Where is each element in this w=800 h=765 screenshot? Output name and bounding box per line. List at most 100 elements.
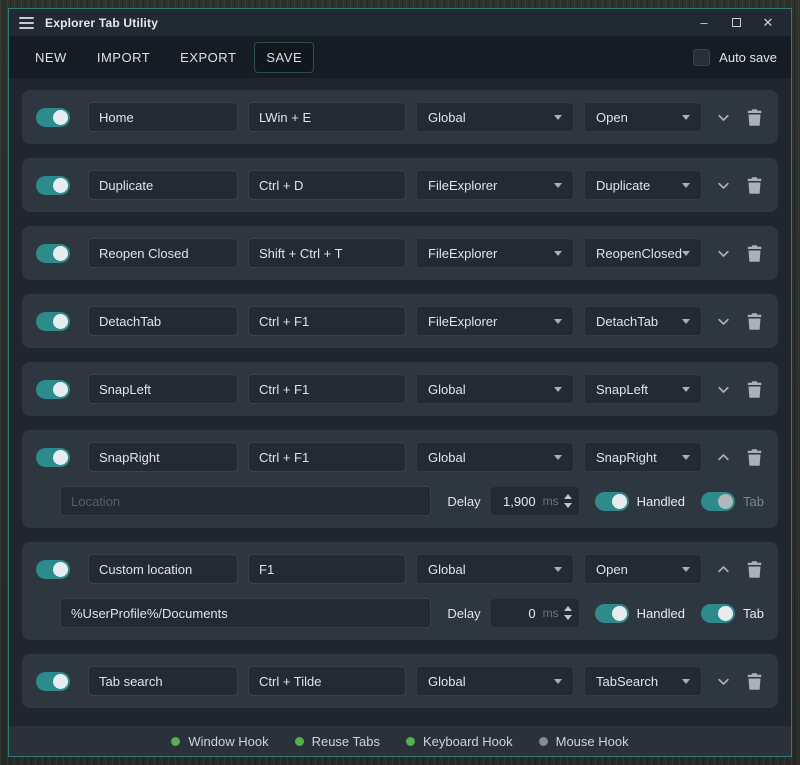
close-button[interactable]: ✕ <box>755 13 781 33</box>
name-input[interactable] <box>88 666 238 696</box>
scope-select[interactable]: Global <box>416 442 574 472</box>
enabled-toggle[interactable] <box>36 244 70 263</box>
maximize-icon <box>732 18 741 27</box>
location-input[interactable] <box>60 486 431 516</box>
expand-button[interactable] <box>712 242 734 264</box>
scope-select[interactable]: Global <box>416 554 574 584</box>
save-button[interactable]: SAVE <box>254 42 314 73</box>
expand-button[interactable] <box>712 670 734 692</box>
scope-select[interactable]: Global <box>416 666 574 696</box>
name-input[interactable] <box>88 554 238 584</box>
chevron-down-icon <box>682 183 690 188</box>
status-window-hook: Window Hook <box>171 734 268 749</box>
hotkey-input[interactable] <box>248 238 406 268</box>
action-select[interactable]: ReopenClosed <box>584 238 702 268</box>
enabled-toggle[interactable] <box>36 560 70 579</box>
status-label: Mouse Hook <box>556 734 629 749</box>
status-label: Window Hook <box>188 734 268 749</box>
action-select[interactable]: Duplicate <box>584 170 702 200</box>
hotkey-card: Global TabSearch <box>22 654 778 708</box>
expand-button[interactable] <box>712 310 734 332</box>
export-button[interactable]: EXPORT <box>168 42 248 73</box>
hotkey-input[interactable] <box>248 554 406 584</box>
action-select[interactable]: Open <box>584 554 702 584</box>
chevron-down-icon <box>554 679 562 684</box>
import-button[interactable]: IMPORT <box>85 42 162 73</box>
name-input[interactable] <box>88 238 238 268</box>
hotkey-input[interactable] <box>248 170 406 200</box>
enabled-toggle[interactable] <box>36 672 70 691</box>
spin-down-icon[interactable] <box>564 615 572 620</box>
action-select[interactable]: SnapRight <box>584 442 702 472</box>
delete-button[interactable] <box>743 310 765 332</box>
maximize-button[interactable] <box>723 13 749 33</box>
handled-label: Handled <box>637 494 685 509</box>
enabled-toggle[interactable] <box>36 176 70 195</box>
toggle-knob <box>612 606 627 621</box>
hotkey-input[interactable] <box>248 666 406 696</box>
enabled-toggle[interactable] <box>36 312 70 331</box>
enabled-toggle[interactable] <box>36 108 70 127</box>
delay-input[interactable] <box>498 605 538 622</box>
scope-select[interactable]: Global <box>416 102 574 132</box>
hotkey-input[interactable] <box>248 306 406 336</box>
name-input[interactable] <box>88 442 238 472</box>
menu-icon[interactable] <box>19 17 34 29</box>
chevron-down-icon <box>716 246 731 261</box>
handled-toggle[interactable] <box>595 492 629 511</box>
hotkey-input[interactable] <box>248 102 406 132</box>
name-input[interactable] <box>88 374 238 404</box>
chevron-down-icon <box>682 455 690 460</box>
toggle-knob <box>53 314 68 329</box>
name-input[interactable] <box>88 102 238 132</box>
delay-input[interactable] <box>498 493 538 510</box>
location-input[interactable] <box>60 598 431 628</box>
hotkey-input[interactable] <box>248 374 406 404</box>
handled-toggle[interactable] <box>595 604 629 623</box>
tab-toggle[interactable] <box>701 492 735 511</box>
scope-select[interactable]: Global <box>416 374 574 404</box>
scope-select[interactable]: FileExplorer <box>416 170 574 200</box>
expand-button[interactable] <box>712 174 734 196</box>
delete-button[interactable] <box>743 174 765 196</box>
scope-select[interactable]: FileExplorer <box>416 306 574 336</box>
chevron-down-icon <box>682 387 690 392</box>
scope-value: Global <box>428 562 466 577</box>
action-select[interactable]: SnapLeft <box>584 374 702 404</box>
chevron-down-icon <box>554 183 562 188</box>
delete-button[interactable] <box>743 242 765 264</box>
action-select[interactable]: DetachTab <box>584 306 702 336</box>
action-select[interactable]: Open <box>584 102 702 132</box>
hotkey-input[interactable] <box>248 442 406 472</box>
minimize-button[interactable]: – <box>691 13 717 33</box>
tab-toggle[interactable] <box>701 604 735 623</box>
chevron-down-icon <box>682 567 690 572</box>
spin-down-icon[interactable] <box>564 503 572 508</box>
handled-group: Handled <box>595 604 685 623</box>
name-input[interactable] <box>88 306 238 336</box>
auto-save-checkbox[interactable] <box>693 49 710 66</box>
spin-up-icon[interactable] <box>564 494 572 499</box>
spin-up-icon[interactable] <box>564 606 572 611</box>
menu-bar: NEW IMPORT EXPORT SAVE Auto save <box>9 36 791 78</box>
collapse-button[interactable] <box>712 446 734 468</box>
delete-button[interactable] <box>743 558 765 580</box>
delete-button[interactable] <box>743 446 765 468</box>
expand-button[interactable] <box>712 106 734 128</box>
toggle-knob <box>53 562 68 577</box>
delete-button[interactable] <box>743 106 765 128</box>
collapse-button[interactable] <box>712 558 734 580</box>
expand-button[interactable] <box>712 378 734 400</box>
new-button[interactable]: NEW <box>23 42 79 73</box>
chevron-down-icon <box>554 251 562 256</box>
chevron-down-icon <box>682 319 690 324</box>
delete-button[interactable] <box>743 670 765 692</box>
hotkey-card: FileExplorer Duplicate <box>22 158 778 212</box>
enabled-toggle[interactable] <box>36 380 70 399</box>
enabled-toggle[interactable] <box>36 448 70 467</box>
name-input[interactable] <box>88 170 238 200</box>
scope-select[interactable]: FileExplorer <box>416 238 574 268</box>
ms-unit-label: ms <box>543 606 559 620</box>
delete-button[interactable] <box>743 378 765 400</box>
action-select[interactable]: TabSearch <box>584 666 702 696</box>
